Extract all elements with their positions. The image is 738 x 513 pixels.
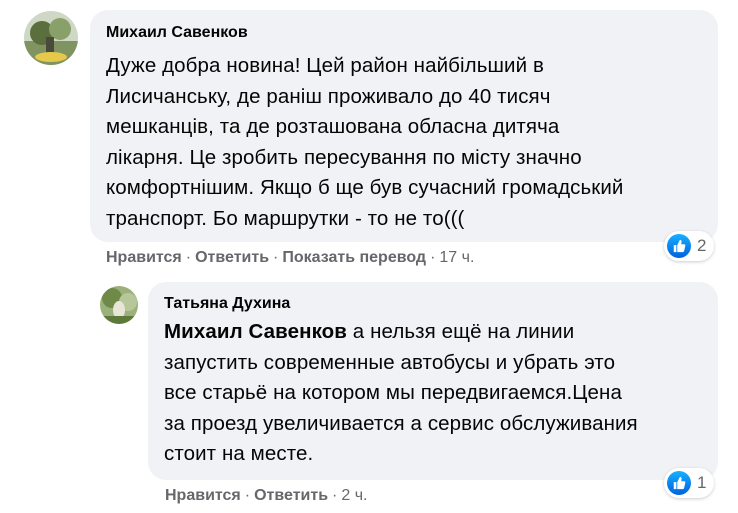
separator: · [244, 487, 251, 504]
comment-text: Михаил Савенков а нельзя ещё на линии за… [164, 317, 638, 470]
avatar[interactable] [24, 11, 78, 65]
mention-link[interactable]: Михаил Савенков [164, 320, 347, 343]
reply-button[interactable]: Ответить [195, 249, 269, 266]
timestamp[interactable]: 17 ч. [439, 249, 474, 266]
reply-button[interactable]: Ответить [254, 487, 328, 504]
comment-author[interactable]: Татьяна Духина [164, 295, 290, 313]
comment-line: стоит на месте. [164, 442, 314, 465]
comment-line: запустить современные автобусы и убрать … [164, 350, 616, 374]
reaction-count: 1 [697, 473, 707, 492]
comment-line: лікарня. Це зробить пересування по місту… [106, 145, 582, 169]
comment-line: Михаил Савенков а нельзя ещё на линии [164, 317, 638, 348]
like-button[interactable]: Нравится [165, 487, 241, 504]
reaction-count: 2 [697, 236, 707, 255]
comment-line: Лисичанську, де раніш проживало до 40 ти… [106, 84, 551, 108]
timestamp[interactable]: 2 ч. [341, 487, 367, 504]
separator: · [273, 249, 279, 266]
avatar[interactable] [100, 286, 138, 324]
comment-line: комфортнішим. Якщо б ще був сучасний гро… [106, 176, 624, 199]
comment-line-text: а нельзя ещё на линии [347, 320, 575, 343]
comment-line: все старьё на котором мы передвигаемся.Ц… [164, 381, 622, 404]
separator: · [332, 487, 338, 504]
profile-photo [100, 286, 138, 324]
reply-bubble: Татьяна Духина Михаил Савенков а нельзя … [148, 282, 718, 480]
like-icon [667, 234, 691, 258]
separator: · [185, 249, 192, 266]
comment-actions: Нравится · Ответить · 2 ч. [165, 487, 367, 505]
profile-photo [24, 11, 78, 65]
reaction-count-badge[interactable]: 2 [664, 231, 715, 261]
comment-line: за проезд увеличивается а сервис обслужи… [164, 411, 638, 435]
comment-bubble: Михаил Савенков Дуже добра новина! Цей р… [90, 10, 718, 242]
like-button[interactable]: Нравится [106, 249, 182, 266]
comment-author[interactable]: Михаил Савенков [106, 24, 248, 42]
comment-actions: Нравится · Ответить · Показать перевод · 17 ч. [106, 249, 474, 267]
comment-line: транспорт. Бо маршрутки - то не то((( [106, 206, 465, 230]
comment-line: Дуже добра новина! Цей район найбільший … [106, 54, 544, 77]
comment-text: Дуже добра новина! Цей район найбільший … [106, 51, 623, 234]
translate-button[interactable]: Показать перевод [282, 249, 426, 266]
separator: · [430, 249, 436, 266]
comment-line: мешканців, та де розташована обласна дит… [106, 115, 560, 138]
like-icon [667, 471, 691, 495]
reaction-count-badge[interactable]: 1 [664, 468, 715, 498]
